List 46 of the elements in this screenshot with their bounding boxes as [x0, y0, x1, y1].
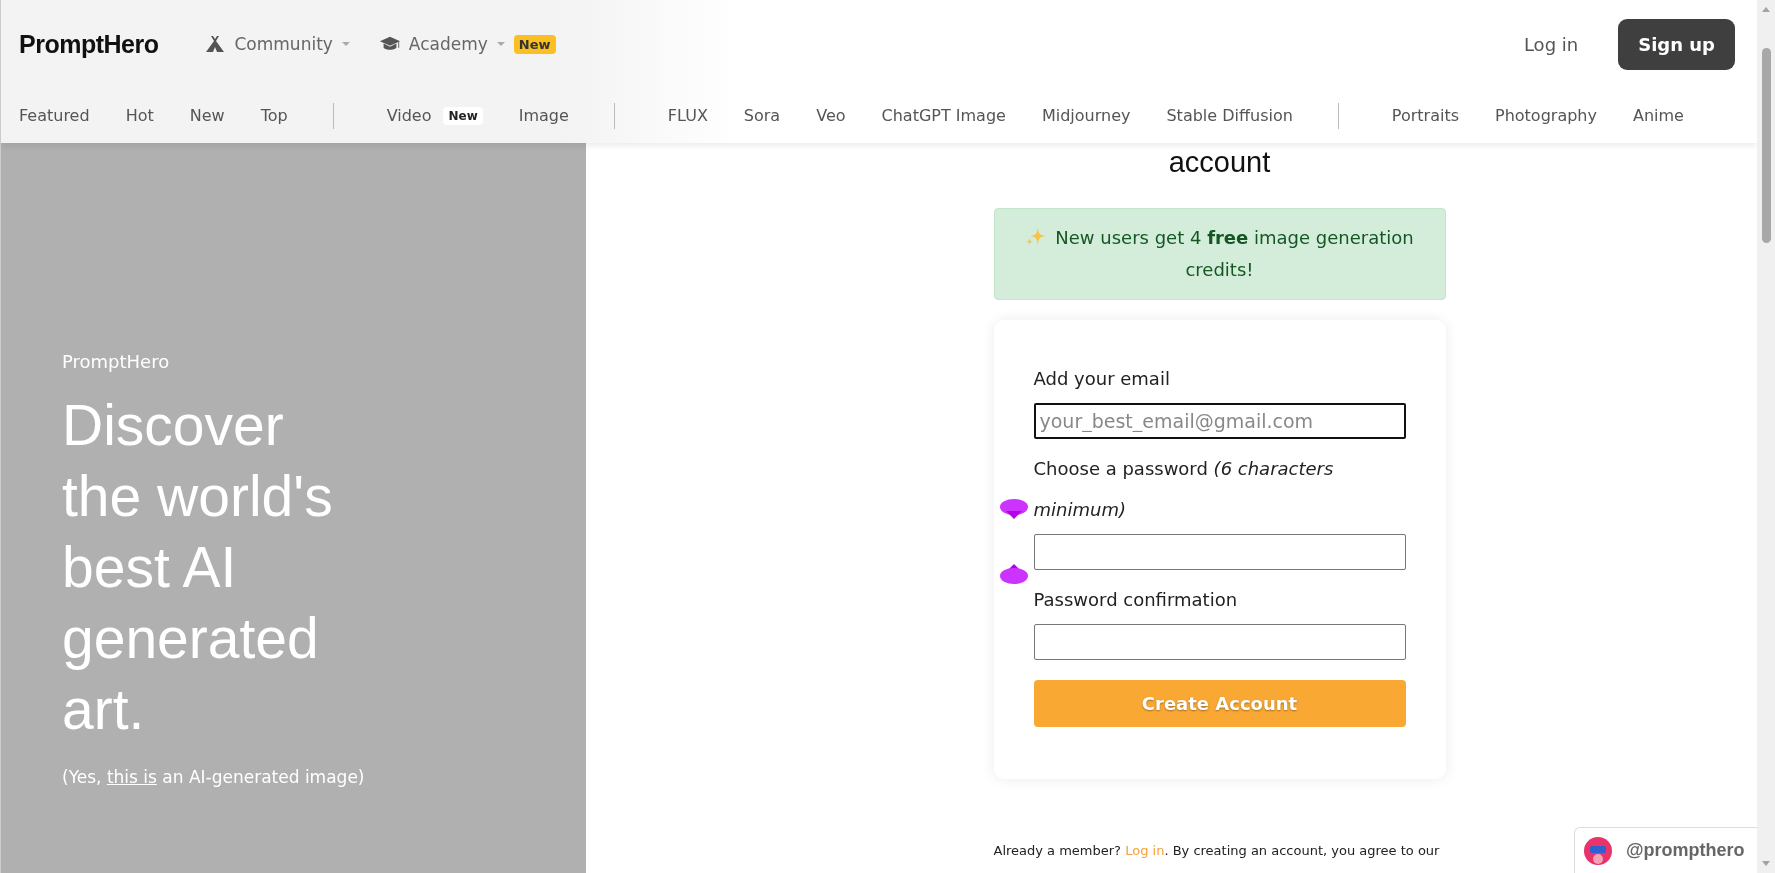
hero-brand: PromptHero — [62, 351, 171, 372]
nav-link[interactable]: Midjourney — [1041, 106, 1131, 125]
caret-icon — [495, 41, 506, 47]
tent-icon — [204, 35, 227, 53]
input-field[interactable]: your_best_email@gmail.com — [1033, 403, 1406, 439]
nav-link[interactable]: ChatGPT Image — [881, 106, 1006, 125]
scroll-up-icon[interactable] — [1761, 5, 1771, 13]
nav-menu[interactable]: Academy New — [378, 34, 556, 54]
field-label: Password confirmation — [1033, 588, 1239, 612]
login-link[interactable]: Log in — [1523, 33, 1579, 55]
scrollbar[interactable] — [1757, 0, 1775, 873]
input-field[interactable] — [1033, 624, 1406, 660]
graduation-cap-icon — [378, 35, 401, 53]
nav-menu[interactable]: Community — [204, 34, 351, 54]
nav-link[interactable]: Video — [386, 106, 432, 125]
new-badge: New — [443, 106, 483, 125]
field-label: Add your email — [1033, 367, 1171, 391]
hero-heading: Discover the world's best AI generated art. — [62, 392, 334, 743]
new-badge: New — [513, 34, 556, 54]
nav-link[interactable]: Hot — [125, 106, 154, 125]
nav-link[interactable]: FLUX — [667, 106, 708, 125]
nav-link[interactable]: Anime — [1632, 106, 1684, 125]
selection-handle-icon[interactable] — [999, 499, 1028, 521]
image-caption: (Yes, this is an AI-generated image) — [62, 767, 365, 787]
page-title: account — [1167, 146, 1272, 179]
promo-notice: New users get 4 free image generation credits! — [993, 208, 1446, 300]
nav-link[interactable]: Top — [260, 106, 288, 125]
terms-text: Already a member? Log in. By creating an account, you agree to our — [993, 843, 1441, 858]
nav-link[interactable]: Photography — [1495, 106, 1597, 125]
nav-link[interactable]: Featured — [19, 106, 90, 125]
nav-link[interactable]: Image — [518, 106, 569, 125]
nav-link[interactable]: New — [189, 106, 225, 125]
selection-handle-icon[interactable] — [999, 562, 1028, 584]
scrollbar-thumb[interactable] — [1761, 48, 1771, 243]
signup-button[interactable]: Sign up — [1618, 18, 1735, 70]
profile-badge[interactable]: @prompthero — [1574, 827, 1757, 873]
nav-link[interactable]: Stable Diffusion — [1166, 106, 1293, 125]
nav-link[interactable]: Portraits — [1391, 106, 1459, 125]
scroll-down-icon[interactable] — [1761, 860, 1771, 868]
caret-icon — [340, 41, 351, 47]
field-label: Choose a password (6 characters minimum) — [1033, 457, 1335, 522]
nav-link[interactable]: Veo — [816, 106, 846, 125]
input-field[interactable] — [1033, 534, 1406, 570]
avatar-icon — [1584, 836, 1612, 865]
logo[interactable]: PromptHero — [19, 29, 159, 59]
nav-link[interactable]: Sora — [743, 106, 781, 125]
